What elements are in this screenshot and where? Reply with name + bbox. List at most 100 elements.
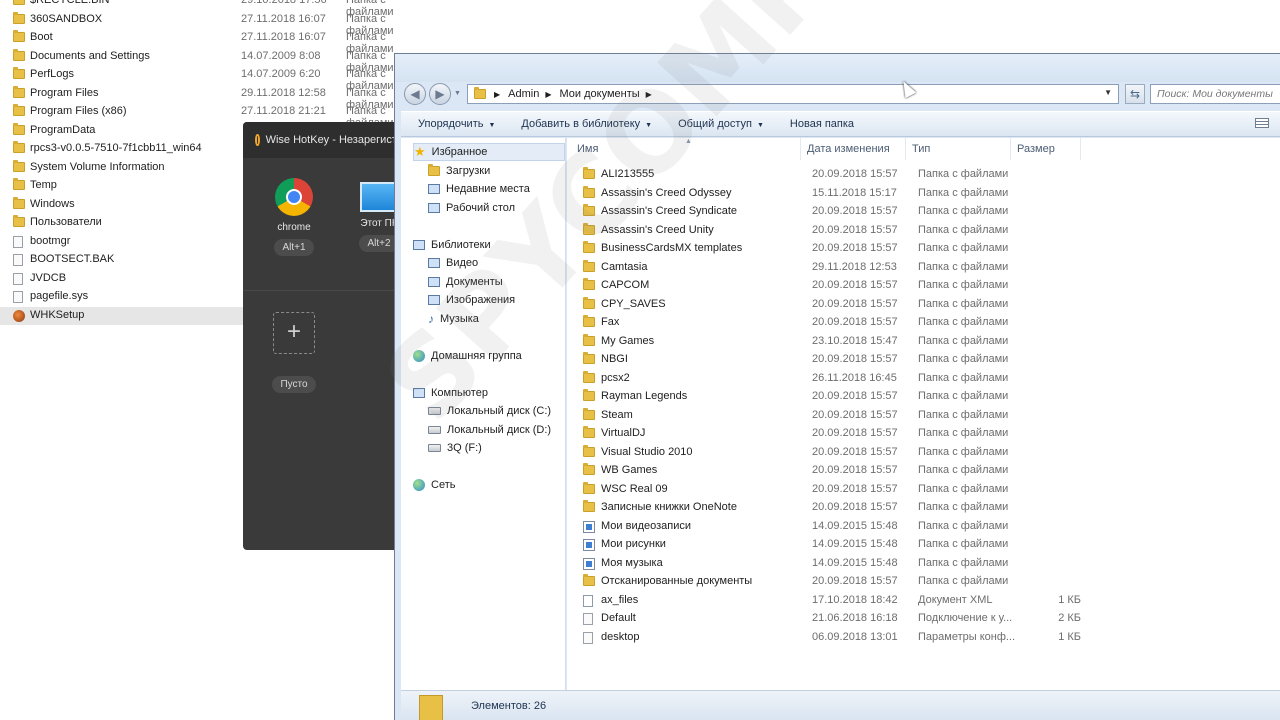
file-row[interactable]: WB Games 20.09.2018 15:57 Папка с файлами [567,462,1280,480]
file-list: Имя ▲ Дата изменения Тип Размер ALI21355… [567,138,1280,690]
folder-icon [583,352,595,364]
nav-item-recent-places[interactable]: Недавние места [428,180,530,198]
item-name: bootmgr [30,234,71,247]
refresh-button[interactable]: ⇆ [1125,84,1145,104]
file-date: 20.09.2018 15:57 [812,353,898,365]
background-list-item[interactable]: PerfLogs 14.07.2009 6:20 Папка с файлами [0,66,400,92]
add-icon[interactable]: + [273,312,315,354]
background-list-item[interactable]: Program Files 29.11.2018 12:58 Папка с фай… [0,85,400,111]
back-button[interactable]: ◀ [404,83,426,105]
folder-icon [583,204,595,216]
music-icon: ♪ [428,311,434,326]
file-row[interactable]: Default 21.06.2018 16:18 Подключение к у..… [567,610,1280,628]
hotkey-tile-chrome[interactable]: chrome Alt+1 [254,178,334,256]
file-row[interactable]: Записные книжки OneNote 20.09.2018 15:57 П… [567,499,1280,517]
file-row[interactable]: Моя музыка 14.09.2015 15:48 Папка с файлам… [567,555,1280,573]
breadcrumb-separator-icon[interactable]: ▶ [494,90,500,99]
nav-item-documents[interactable]: Документы [428,273,503,291]
nav-item-libraries[interactable]: Библиотеки [413,236,491,254]
file-row[interactable]: ax_files 17.10.2018 18:42 Документ XML 1 КБ [567,592,1280,610]
file-row[interactable]: desktop 06.09.2018 13:01 Параметры конф...… [567,629,1280,647]
nav-item-drive[interactable]: Локальный диск (D:) [428,421,551,439]
file-row[interactable]: Отсканированные документы 20.09.2018 15:5… [567,573,1280,591]
column-header-size[interactable]: Размер [1011,138,1081,160]
file-row[interactable]: Assassin's Creed Odyssey 15.11.2018 15:17… [567,185,1280,203]
nav-item-star[interactable]: ★ Избранное [413,143,565,161]
file-name: WSC Real 09 [601,482,668,495]
breadcrumb-separator-icon[interactable]: ▶ [545,90,551,99]
file-row[interactable]: CPY_SAVES 20.09.2018 15:57 Папка с файлами [567,296,1280,314]
file-row[interactable]: Assassin's Creed Unity 20.09.2018 15:57 Па… [567,222,1280,240]
file-row[interactable]: VirtualDJ 20.09.2018 15:57 Папка с файлами [567,425,1280,443]
explorer-window[interactable]: ◀ ▶ ▼ ▶ Admin ▶ Мои документы ▶ ▼ ⇆ Поис… [394,53,1280,720]
file-row[interactable]: NBGI 20.09.2018 15:57 Папка с файлами [567,351,1280,369]
file-name: WB Games [601,464,658,476]
item-name: BOOTSECT.BAK [30,253,115,265]
change-view-icon[interactable] [1255,118,1269,128]
nav-item-network[interactable]: Сеть [413,476,455,494]
drive-icon [428,425,441,434]
column-header-date[interactable]: Дата изменения [801,138,906,160]
file-row[interactable]: Steam 20.09.2018 15:57 Папка с файлами [567,407,1280,425]
file-row[interactable]: Camtasia 29.11.2018 12:53 Папка с файлами [567,259,1280,277]
file-row[interactable]: Visual Studio 2010 20.09.2018 15:57 Папка … [567,444,1280,462]
address-dropdown-icon[interactable]: ▼ [1104,88,1112,97]
xml-file-icon [583,594,593,607]
nav-item-homegroup[interactable]: Домашняя группа [413,347,522,365]
file-row[interactable]: My Games 23.10.2018 15:47 Папка с файлами [567,333,1280,351]
nav-item-drive[interactable]: 3Q (F:) [428,439,482,457]
file-type: Папка с файлами [918,205,1009,217]
nav-item-drive[interactable]: Локальный диск (C:) [428,402,551,420]
breadcrumb-admin[interactable]: Admin [508,88,539,100]
file-row[interactable]: Fax 20.09.2018 15:57 Папка с файлами [567,314,1280,332]
item-date: 14.07.2009 8:08 [241,49,321,62]
nav-item-video[interactable]: Видео [428,254,478,272]
folder-icon [583,463,595,475]
file-row[interactable]: CAPCOM 20.09.2018 15:57 Папка с файлами [567,277,1280,295]
organize-button[interactable]: Упорядочить ▼ [418,118,495,130]
background-list-item[interactable]: Documents and Settings 14.07.2009 8:08 Пап… [0,48,400,74]
folder-icon [583,185,595,198]
file-row[interactable]: Assassin's Creed Syndicate 20.09.2018 15:… [567,203,1280,221]
nav-item-label: Сеть [431,479,456,491]
item-date: 27.11.2018 16:07 [241,31,326,43]
nav-item-downloads[interactable]: Загрузки [428,162,490,180]
file-type: Папка с файлами [918,575,1009,587]
recent-pages-chevron-icon[interactable]: ▼ [454,90,461,97]
hotkey-titlebar[interactable]: Wise HotKey - Незарегистр [243,122,403,158]
file-row[interactable]: Rayman Legends 20.09.2018 15:57 Папка с фа… [567,388,1280,406]
nav-item-music[interactable]: ♪ Музыка [428,310,479,328]
file-row[interactable]: Мои рисунки 14.09.2015 15:48 Папка с файла… [567,536,1280,554]
breadcrumb-separator-icon[interactable]: ▶ [646,90,652,99]
nav-item-computer[interactable]: Компьютер [413,384,488,402]
address-bar[interactable]: ▶ Admin ▶ Мои документы ▶ ▼ [467,84,1119,104]
file-date: 20.09.2018 15:57 [812,168,898,180]
search-input[interactable]: Поиск: Мои документы [1150,84,1280,104]
file-row[interactable]: pcsx2 26.11.2018 16:45 Папка с файлами [567,370,1280,388]
file-name: ax_files [601,593,639,606]
background-list-item[interactable]: Program Files (x86) 27.11.2018 21:21 Папка… [0,103,400,129]
file-row[interactable]: BusinessCardsMX templates 20.09.2018 15:5… [567,240,1280,258]
column-header-type[interactable]: Тип [906,138,1011,160]
file-type: Папка с файлами [918,408,1009,421]
tile-hotkey-badge: Alt+1 [274,239,314,256]
forward-button[interactable]: ▶ [429,83,451,105]
nav-item-desktop[interactable]: Рабочий стол [428,199,515,217]
background-list-item[interactable]: $RECYCLE.BIN 29.10.2018 17:56 Папка с файл… [0,0,400,18]
file-date: 14.09.2015 15:48 [812,538,898,550]
wise-hotkey-window[interactable]: Wise HotKey - Незарегистр chrome Alt+1 Э… [243,122,403,550]
share-with-button[interactable]: Общий доступ ▼ [678,118,764,130]
nav-item-pictures[interactable]: Изображения [428,291,515,309]
hotkey-tile-empty[interactable]: + Пусто [254,312,334,393]
file-row[interactable]: WSC Real 09 20.09.2018 15:57 Папка с файла… [567,481,1280,499]
item-name: Temp [30,179,57,191]
breadcrumb-my-documents[interactable]: Мои документы [560,88,640,100]
window-title-bar[interactable] [395,54,1280,82]
background-list-item[interactable]: Boot 27.11.2018 16:07 Папка с файлами [0,29,400,55]
file-row[interactable]: Мои видеозаписи 14.09.2015 15:48 Папка с ф… [567,518,1280,536]
background-list-item[interactable]: 360SANDBOX 27.11.2018 16:07 Папка с файлам… [0,11,400,37]
add-to-library-button[interactable]: Добавить в библиотеку ▼ [521,118,652,130]
empty-tile-label: Пусто [272,376,316,393]
new-folder-button[interactable]: Новая папка [790,118,854,130]
file-row[interactable]: ALI213555 20.09.2018 15:57 Папка с файлами [567,166,1280,184]
